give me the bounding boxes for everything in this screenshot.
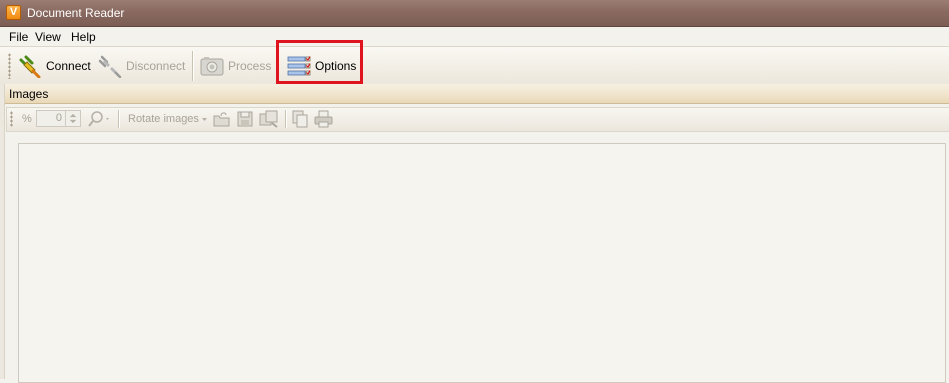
panel-frame [0, 84, 5, 379]
disconnect-label: Disconnect [126, 59, 186, 73]
menu-file[interactable]: File [9, 30, 28, 44]
images-panel-header: Images [0, 84, 949, 104]
menu-bar: File View Help [0, 27, 949, 46]
menu-view[interactable]: View [35, 30, 61, 44]
copy-icon[interactable] [291, 110, 309, 128]
disconnect-button[interactable]: Disconnect [98, 52, 185, 80]
image-viewer-area[interactable] [18, 143, 946, 383]
connect-label: Connect [46, 59, 91, 73]
save-all-icon[interactable] [259, 110, 279, 128]
rotate-images-button[interactable]: Rotate images [128, 110, 209, 128]
zoom-value: 0 [55, 112, 62, 124]
save-disk-icon[interactable] [236, 110, 254, 128]
dropdown-arrow-icon [201, 118, 207, 121]
main-toolbar: Connect Disconnect Process Options [0, 46, 949, 85]
toolbar-separator [192, 51, 194, 81]
options-highlight-box [276, 40, 363, 84]
title-bar: V Document Reader [0, 0, 949, 27]
disconnect-plug-icon [98, 55, 122, 78]
image-toolbar: % Rotate images [6, 107, 949, 132]
zoom-input[interactable]: 0 [36, 110, 81, 127]
toolbar-grip[interactable] [8, 53, 11, 79]
print-icon[interactable] [314, 110, 334, 128]
spinner-arrows-icon[interactable] [65, 111, 80, 126]
connect-plug-icon [19, 55, 41, 78]
window-title: Document Reader [27, 6, 125, 20]
connect-button[interactable]: Connect [18, 52, 91, 80]
zoom-percent-label: % [22, 113, 32, 125]
rotate-images-label: Rotate images [128, 113, 199, 125]
app-icon: V [6, 5, 21, 20]
process-label: Process [228, 59, 272, 73]
images-panel-title: Images [9, 87, 49, 101]
menu-help[interactable]: Help [71, 30, 96, 44]
image-toolbar-grip[interactable] [10, 111, 13, 127]
image-toolbar-separator [118, 110, 120, 128]
image-toolbar-separator [285, 110, 287, 128]
open-folder-icon[interactable] [213, 110, 231, 128]
process-button[interactable]: Process [200, 52, 271, 80]
zoom-magnifier-icon[interactable] [87, 110, 113, 128]
camera-icon [200, 57, 224, 76]
